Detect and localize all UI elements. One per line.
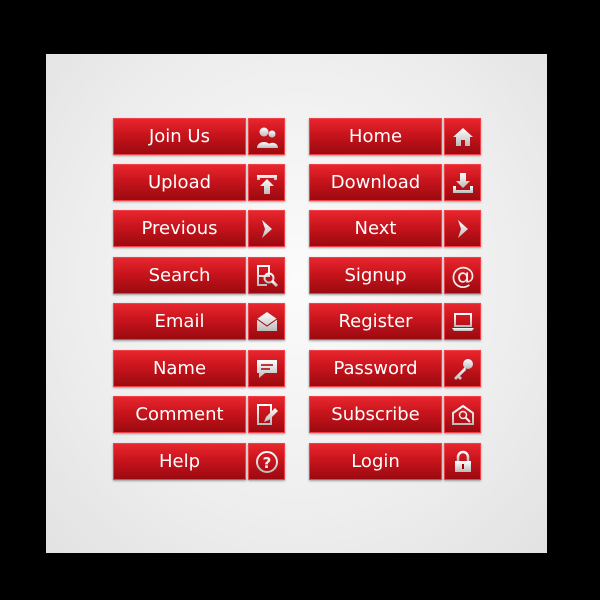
password-button[interactable]: Password <box>309 350 481 387</box>
search-button[interactable]: Search <box>113 257 285 294</box>
login-button[interactable]: Login <box>309 443 481 480</box>
button-label: Login <box>309 443 442 480</box>
help-button[interactable]: Help ? <box>113 443 285 480</box>
home-icon[interactable] <box>444 118 481 155</box>
svg-text:@: @ <box>451 263 475 289</box>
button-label: Previous <box>113 210 246 247</box>
at-icon[interactable]: @ <box>444 257 481 294</box>
email-button[interactable]: Email <box>113 303 285 340</box>
download-icon[interactable] <box>444 164 481 201</box>
upload-icon[interactable] <box>248 164 285 201</box>
signup-button[interactable]: Signup @ <box>309 257 481 294</box>
next-button[interactable]: Next <box>309 210 481 247</box>
button-label: Name <box>113 350 246 387</box>
button-label: Password <box>309 350 442 387</box>
chevron-icon[interactable] <box>248 210 285 247</box>
search-document-icon[interactable] <box>248 257 285 294</box>
question-icon[interactable]: ? <box>248 443 285 480</box>
users-icon[interactable] <box>248 118 285 155</box>
button-label: Upload <box>113 164 246 201</box>
download-button[interactable]: Download <box>309 164 481 201</box>
previous-button[interactable]: Previous <box>113 210 285 247</box>
laptop-icon[interactable] <box>444 303 481 340</box>
join-us-button[interactable]: Join Us <box>113 118 285 155</box>
button-label: Join Us <box>113 118 246 155</box>
button-label: Download <box>309 164 442 201</box>
button-label: Email <box>113 303 246 340</box>
lock-icon[interactable] <box>444 443 481 480</box>
comment-button[interactable]: Comment <box>113 396 285 433</box>
button-label: Subscribe <box>309 396 442 433</box>
edit-document-icon[interactable] <box>248 396 285 433</box>
svg-text:?: ? <box>262 454 271 472</box>
name-button[interactable]: Name <box>113 350 285 387</box>
subscribe-button[interactable]: Subscribe <box>309 396 481 433</box>
upload-button[interactable]: Upload <box>113 164 285 201</box>
button-label: Help <box>113 443 246 480</box>
button-label: Register <box>309 303 442 340</box>
button-label: Signup <box>309 257 442 294</box>
speech-bubble-icon[interactable] <box>248 350 285 387</box>
chevron-icon[interactable] <box>444 210 481 247</box>
button-label: Search <box>113 257 246 294</box>
button-label: Comment <box>113 396 246 433</box>
button-label: Home <box>309 118 442 155</box>
button-label: Next <box>309 210 442 247</box>
mail-search-icon[interactable] <box>444 396 481 433</box>
home-button[interactable]: Home <box>309 118 481 155</box>
envelope-icon[interactable] <box>248 303 285 340</box>
register-button[interactable]: Register <box>309 303 481 340</box>
key-icon[interactable] <box>444 350 481 387</box>
